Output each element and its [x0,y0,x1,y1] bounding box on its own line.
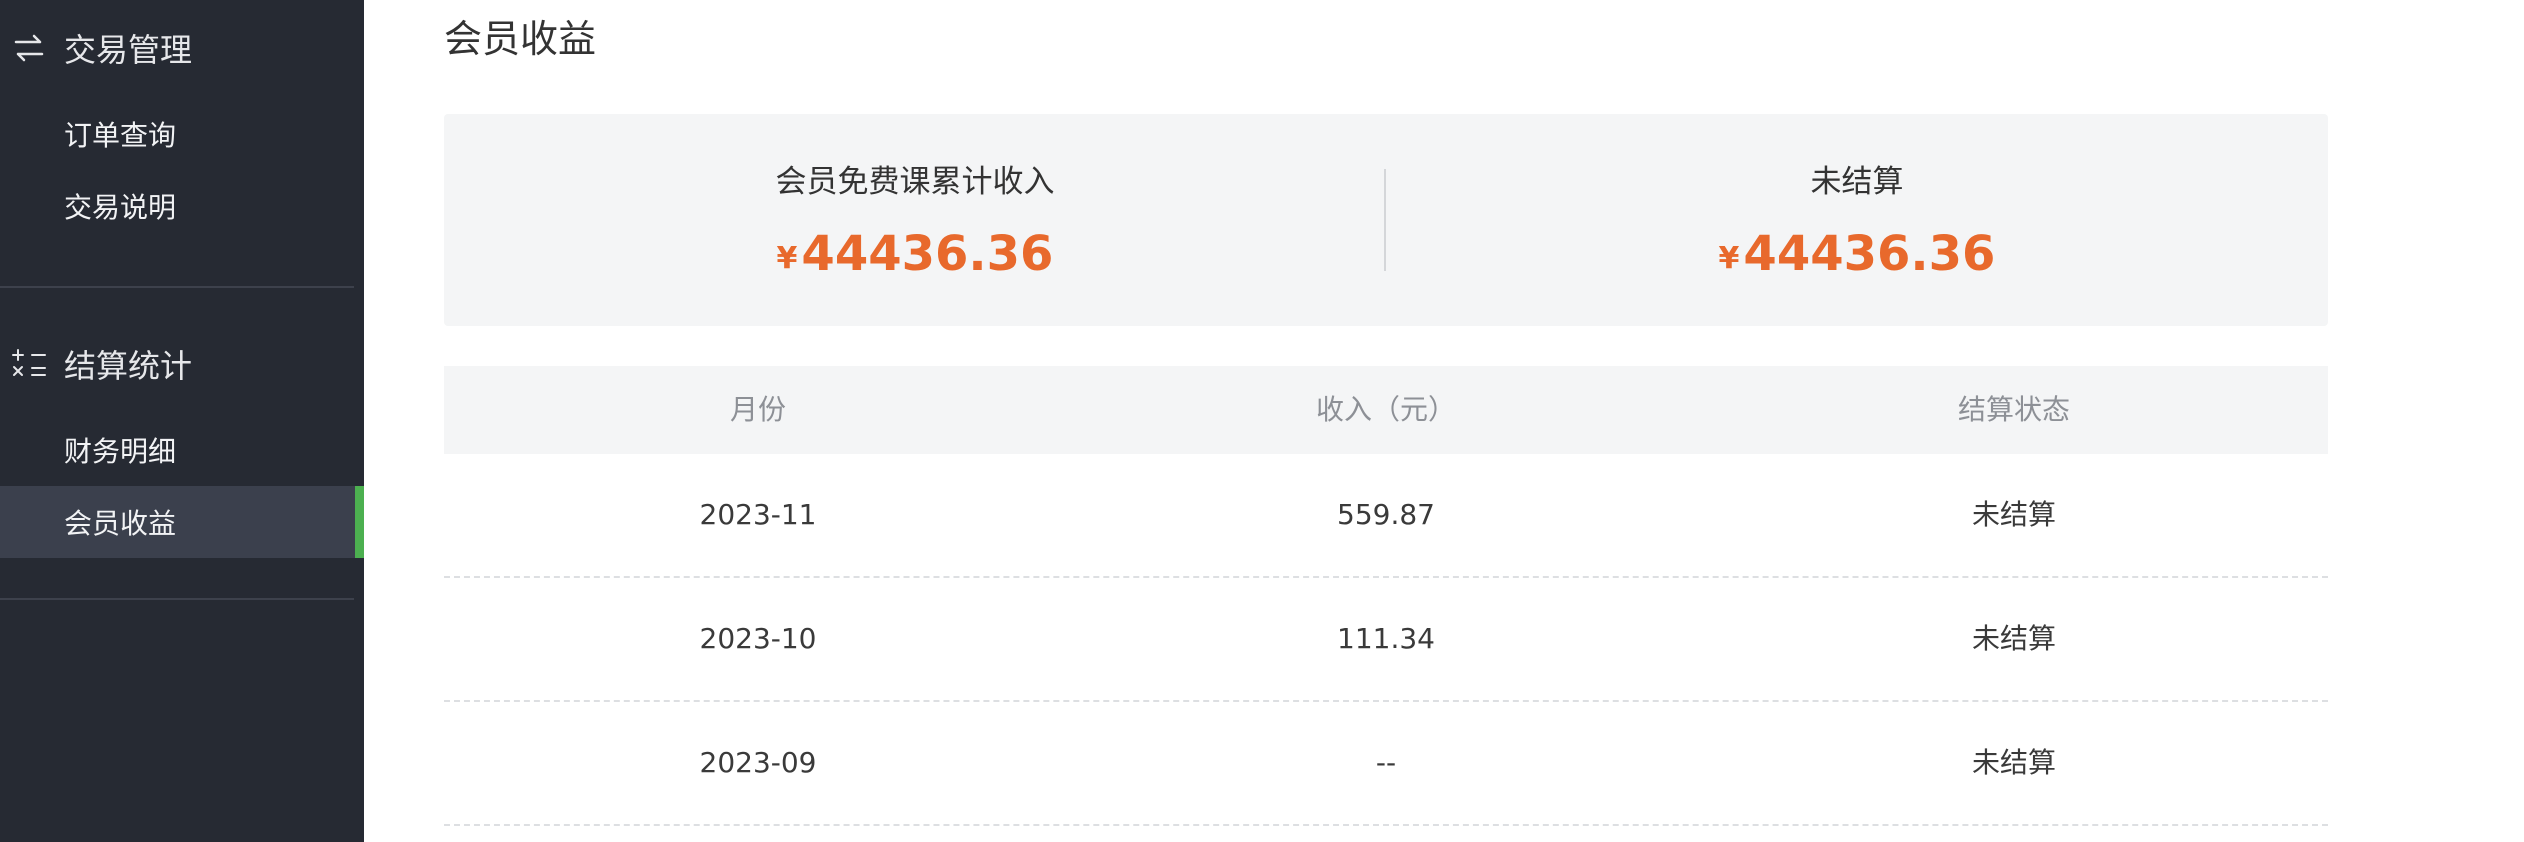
amount-value: 44436.36 [801,226,1054,282]
cell-status: 未结算 [1971,622,2056,655]
cell-month: 2023-10 [699,622,817,655]
summary-label: 会员免费课累计收入 [775,164,1055,200]
sidebar-group-transactions[interactable]: 交易管理 [0,18,364,78]
sidebar-group-settlement[interactable]: 结算统计 [0,334,364,394]
table-row: 2023-09 -- 未结算 [444,702,2328,826]
cell-income: 111.34 [1337,622,1435,655]
cell-month: 2023-09 [699,746,817,779]
summary-unsettled: 未结算 ¥44436.36 [1386,114,2328,326]
sidebar-item-order-query[interactable]: 订单查询 [0,98,364,170]
table-row: 2023-10 111.34 未结算 [444,578,2328,702]
page-title: 会员收益 [444,17,597,61]
cell-income: -- [1375,746,1397,779]
table-row: 2023-11 559.87 未结算 [444,454,2328,578]
summary-total-income: 会员免费课累计收入 ¥44436.36 [444,114,1386,326]
sidebar-item-label: 会员收益 [64,507,177,540]
sidebar-group-title: 交易管理 [64,31,193,69]
table-header: 月份 收入（元） 结算状态 [444,366,2328,454]
cell-status: 未结算 [1971,498,2056,531]
summary-label: 未结算 [1810,164,1904,200]
summary-amount: ¥44436.36 [444,226,1386,282]
column-header-income: 收入（元） [1315,393,1456,426]
sidebar-item-label: 交易说明 [64,191,177,224]
sidebar-group-title: 结算统计 [64,347,193,385]
calculator-icon [9,344,49,384]
currency-symbol: ¥ [1718,241,1740,276]
sidebar: 交易管理 订单查询 交易说明 结算统计 财务明细 会员收益 [0,0,364,842]
column-header-status: 结算状态 [1957,393,2070,426]
sidebar-divider [0,598,354,600]
active-indicator [355,486,364,558]
sidebar-item-member-earnings[interactable]: 会员收益 [0,486,364,558]
swap-arrows-icon [9,28,49,68]
earnings-table: 月份 收入（元） 结算状态 2023-11 559.87 未结算 2023-10… [444,366,2328,826]
column-header-month: 月份 [729,393,786,426]
cell-status: 未结算 [1971,746,2056,779]
sidebar-item-transaction-notes[interactable]: 交易说明 [0,170,364,242]
currency-symbol: ¥ [776,241,798,276]
cell-income: 559.87 [1337,498,1435,531]
summary-panel: 会员免费课累计收入 ¥44436.36 未结算 ¥44436.36 [444,114,2328,326]
sidebar-divider [0,286,354,288]
summary-amount: ¥44436.36 [1386,226,2328,282]
sidebar-item-label: 财务明细 [64,435,177,468]
cell-month: 2023-11 [699,498,817,531]
amount-value: 44436.36 [1743,226,1996,282]
sidebar-item-financial-details[interactable]: 财务明细 [0,414,364,486]
sidebar-item-label: 订单查询 [64,119,177,152]
